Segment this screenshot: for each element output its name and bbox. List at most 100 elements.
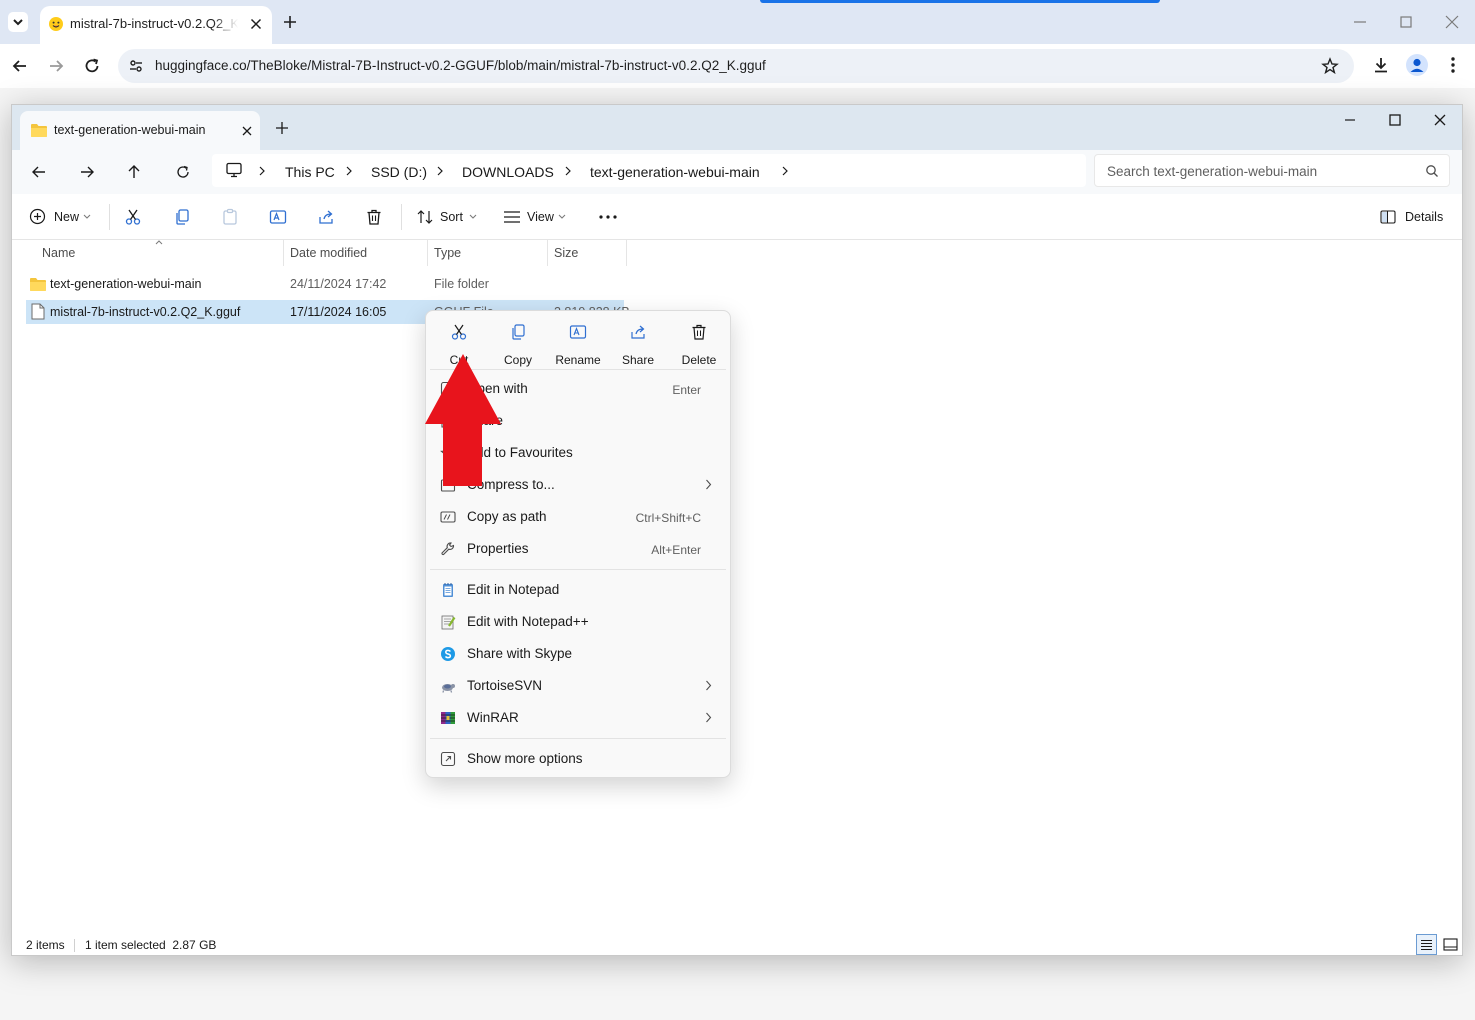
back-icon[interactable] [30,163,48,181]
tiles-view-toggle[interactable] [1441,935,1460,954]
file-date: 17/11/2024 16:05 [290,305,387,319]
menu-item-label: Edit in Notepad [467,582,560,597]
search-box[interactable] [1094,154,1450,187]
delete-button[interactable]: Delete [670,319,728,369]
menu-item-label: TortoiseSVN [467,678,543,693]
menu-separator [430,738,726,739]
window-accent [760,0,1160,3]
paste-icon[interactable] [221,208,239,226]
search-input[interactable] [1107,161,1407,181]
column-divider[interactable] [427,240,428,266]
breadcrumb-downloads[interactable]: DOWNLOADS [462,164,554,180]
breadcrumb-this-pc[interactable]: This PC [285,164,335,180]
winrar-icon [441,712,455,724]
command-bar: New Sort View Details [12,194,1462,240]
bookmark-star-icon[interactable] [1321,57,1339,75]
more-options-icon[interactable] [597,208,619,226]
maximize-icon[interactable] [1388,113,1402,127]
copy-path-icon [440,511,456,523]
rename-icon [569,325,587,339]
column-header-size[interactable]: Size [554,246,578,260]
file-row[interactable]: text-generation-webui-main 24/11/2024 17… [26,272,624,296]
new-tab-icon[interactable] [280,12,300,32]
chevron-right-icon [706,712,712,723]
minimize-icon[interactable] [1352,14,1368,30]
menu-item-edit-in-notepad[interactable]: Edit in Notepad [430,575,726,605]
column-divider[interactable] [283,240,284,266]
back-icon[interactable] [10,56,30,76]
column-header-type[interactable]: Type [434,246,461,260]
menu-item-share-with-skype[interactable]: Share with Skype [430,639,726,669]
site-settings-icon[interactable] [128,58,144,74]
download-icon[interactable] [1371,55,1391,75]
up-arrow-icon[interactable] [125,163,143,181]
file-name: mistral-7b-instruct-v0.2.Q2_K.gguf [50,305,241,319]
column-divider[interactable] [547,240,548,266]
file-type: File folder [434,277,489,291]
copy-icon[interactable] [173,208,191,226]
breadcrumb-current-folder[interactable]: text-generation-webui-main [590,164,760,180]
toolbar-divider [109,204,110,230]
delete-icon[interactable] [365,208,383,226]
chevron-right-icon [706,680,712,691]
breadcrumb-ssd[interactable]: SSD (D:) [371,164,427,180]
column-header-date[interactable]: Date modified [290,246,367,260]
notepad-icon [443,583,453,597]
menu-item-shortcut: Alt+Enter [651,543,701,557]
address-url: huggingface.co/TheBloke/Mistral-7B-Instr… [155,58,766,73]
sort-ascending-icon [155,240,163,245]
reload-icon[interactable] [82,56,102,76]
copy-icon [512,324,525,340]
menu-item-show-more-options[interactable]: Show more options [430,744,726,774]
maximize-icon[interactable] [1398,14,1414,30]
details-view-toggle[interactable] [1416,934,1437,955]
new-button[interactable]: New [26,204,96,230]
search-icon[interactable] [1425,164,1439,178]
chevron-right-icon [782,166,788,176]
tab-search-button[interactable] [8,12,28,32]
forward-icon[interactable] [46,56,66,76]
close-tab-icon[interactable] [240,124,254,138]
tiles-view-icon [1443,938,1458,951]
breadcrumb[interactable]: This PC SSD (D:) DOWNLOADS text-generati… [212,154,1086,187]
menu-item-properties[interactable]: Properties Alt+Enter [430,534,726,564]
menu-item-tortoisesvn[interactable]: TortoiseSVN [430,671,726,701]
file-explorer-window: text-generation-webui-main This PC SSD (… [11,104,1463,956]
details-pane-icon [1380,210,1396,224]
details-view-icon [1421,940,1432,950]
menu-item-label: Copy as path [467,509,547,524]
column-header-name[interactable]: Name [42,246,75,260]
explorer-tab[interactable]: text-generation-webui-main [20,111,260,150]
address-bar[interactable]: huggingface.co/TheBloke/Mistral-7B-Instr… [118,49,1354,83]
menu-item-winrar[interactable]: WinRAR [430,703,726,733]
details-pane-button[interactable]: Details [1378,204,1450,230]
new-button-label: New [54,210,80,224]
tortoisesvn-icon [442,684,455,693]
rename-label: Rename [555,353,601,367]
menu-item-label: Edit with Notepad++ [467,614,589,629]
close-tab-icon[interactable] [248,16,264,32]
new-tab-icon[interactable] [275,121,289,135]
refresh-icon[interactable] [174,163,192,181]
browser-tab[interactable]: mistral-7b-instruct-v0.2.Q2_K.gguf [40,6,272,44]
minimize-icon[interactable] [1343,113,1357,127]
rename-button[interactable]: Rename [549,319,607,369]
cut-icon[interactable] [124,208,142,226]
column-divider[interactable] [626,240,627,266]
wrench-icon [441,542,455,556]
notepad-plus-plus-icon [441,615,456,630]
more-menu-icon[interactable] [1444,55,1462,75]
view-button-label: View [527,210,554,224]
sort-button[interactable]: Sort [414,204,480,230]
close-icon[interactable] [1444,14,1460,30]
chevron-down-icon [469,214,477,219]
close-icon[interactable] [1433,113,1447,127]
share-icon[interactable] [317,208,335,226]
forward-icon[interactable] [78,163,96,181]
profile-avatar[interactable] [1406,54,1428,76]
menu-item-copy-as-path[interactable]: Copy as path Ctrl+Shift+C [430,502,726,532]
view-button[interactable]: View [501,204,569,230]
rename-icon[interactable] [269,208,287,226]
share-button[interactable]: Share [609,319,667,369]
menu-item-edit-with-notepad-plus-plus[interactable]: Edit with Notepad++ [430,607,726,637]
